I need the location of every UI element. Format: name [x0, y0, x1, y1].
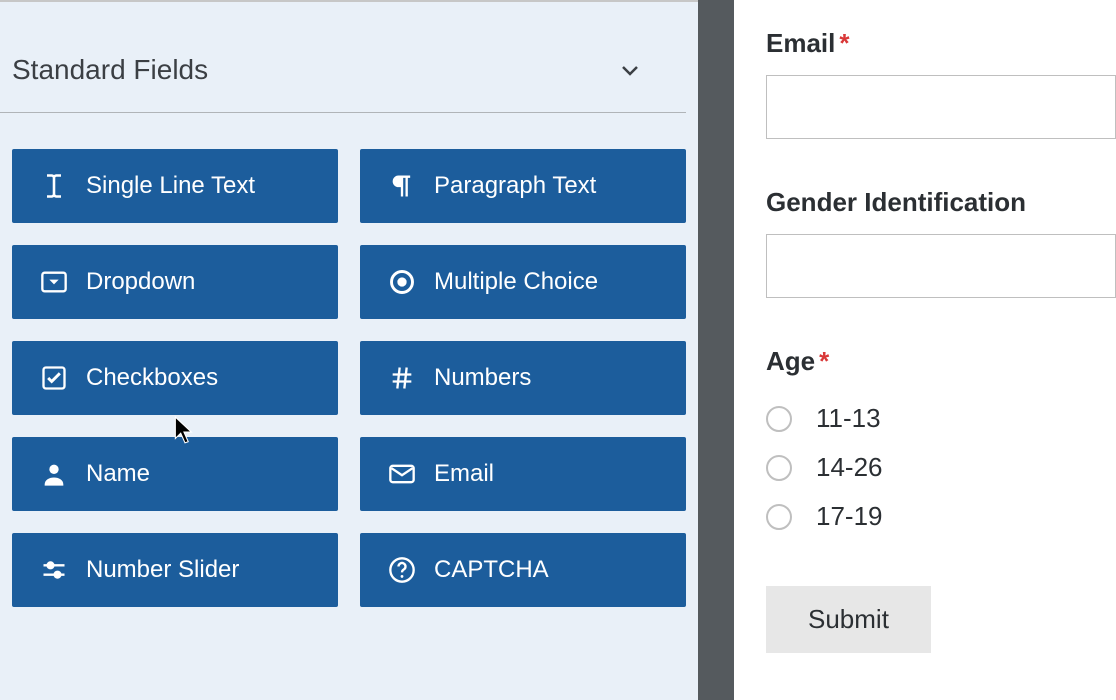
field-grid: Single Line Text Paragraph Text Dropdown…	[0, 149, 698, 607]
radio-icon	[388, 268, 416, 296]
section-header-standard-fields[interactable]: Standard Fields	[0, 2, 686, 113]
paragraph-icon	[388, 172, 416, 200]
field-label: CAPTCHA	[434, 556, 549, 584]
field-dropdown[interactable]: Dropdown	[12, 245, 338, 319]
form-field-age: Age* 11-13 14-26 17-19	[766, 346, 1116, 532]
panel-divider	[698, 0, 734, 700]
field-multiple-choice[interactable]: Multiple Choice	[360, 245, 686, 319]
checkbox-icon	[40, 364, 68, 392]
field-label: Paragraph Text	[434, 172, 596, 200]
radio-label: 14-26	[816, 452, 883, 483]
age-radio-list: 11-13 14-26 17-19	[766, 403, 1116, 532]
dropdown-icon	[40, 268, 68, 296]
field-label: Numbers	[434, 364, 531, 392]
field-numbers[interactable]: Numbers	[360, 341, 686, 415]
field-email[interactable]: Email	[360, 437, 686, 511]
gender-label: Gender Identification	[766, 187, 1116, 218]
field-single-line-text[interactable]: Single Line Text	[12, 149, 338, 223]
person-icon	[40, 460, 68, 488]
required-asterisk: *	[819, 346, 829, 376]
age-option[interactable]: 14-26	[766, 452, 1116, 483]
radio-label: 11-13	[816, 403, 881, 434]
field-checkboxes[interactable]: Checkboxes	[12, 341, 338, 415]
text-cursor-icon	[40, 172, 68, 200]
field-label: Single Line Text	[86, 172, 255, 200]
radio-icon	[766, 455, 792, 481]
field-label: Number Slider	[86, 556, 239, 584]
email-label: Email*	[766, 28, 1116, 59]
field-label: Dropdown	[86, 268, 195, 296]
chevron-down-icon	[618, 58, 642, 82]
fields-panel: Standard Fields Single Line Text Paragra…	[0, 0, 698, 700]
field-paragraph-text[interactable]: Paragraph Text	[360, 149, 686, 223]
field-label: Email	[434, 460, 494, 488]
age-option[interactable]: 17-19	[766, 501, 1116, 532]
form-field-gender: Gender Identification	[766, 187, 1116, 298]
field-captcha[interactable]: CAPTCHA	[360, 533, 686, 607]
radio-icon	[766, 504, 792, 530]
field-number-slider[interactable]: Number Slider	[12, 533, 338, 607]
form-preview: Email* Gender Identification Age* 11-13	[734, 0, 1116, 700]
field-name[interactable]: Name	[12, 437, 338, 511]
submit-button[interactable]: Submit	[766, 586, 931, 653]
label-text: Age	[766, 346, 815, 376]
question-icon	[388, 556, 416, 584]
age-label: Age*	[766, 346, 1116, 377]
label-text: Email	[766, 28, 835, 58]
slider-icon	[40, 556, 68, 584]
email-input[interactable]	[766, 75, 1116, 139]
field-label: Checkboxes	[86, 364, 218, 392]
form-field-email: Email*	[766, 28, 1116, 139]
required-asterisk: *	[839, 28, 849, 58]
radio-label: 17-19	[816, 501, 883, 532]
label-text: Gender Identification	[766, 187, 1026, 217]
section-title: Standard Fields	[12, 54, 208, 86]
field-label: Name	[86, 460, 150, 488]
envelope-icon	[388, 460, 416, 488]
field-label: Multiple Choice	[434, 268, 598, 296]
radio-icon	[766, 406, 792, 432]
gender-input[interactable]	[766, 234, 1116, 298]
hash-icon	[388, 364, 416, 392]
age-option[interactable]: 11-13	[766, 403, 1116, 434]
